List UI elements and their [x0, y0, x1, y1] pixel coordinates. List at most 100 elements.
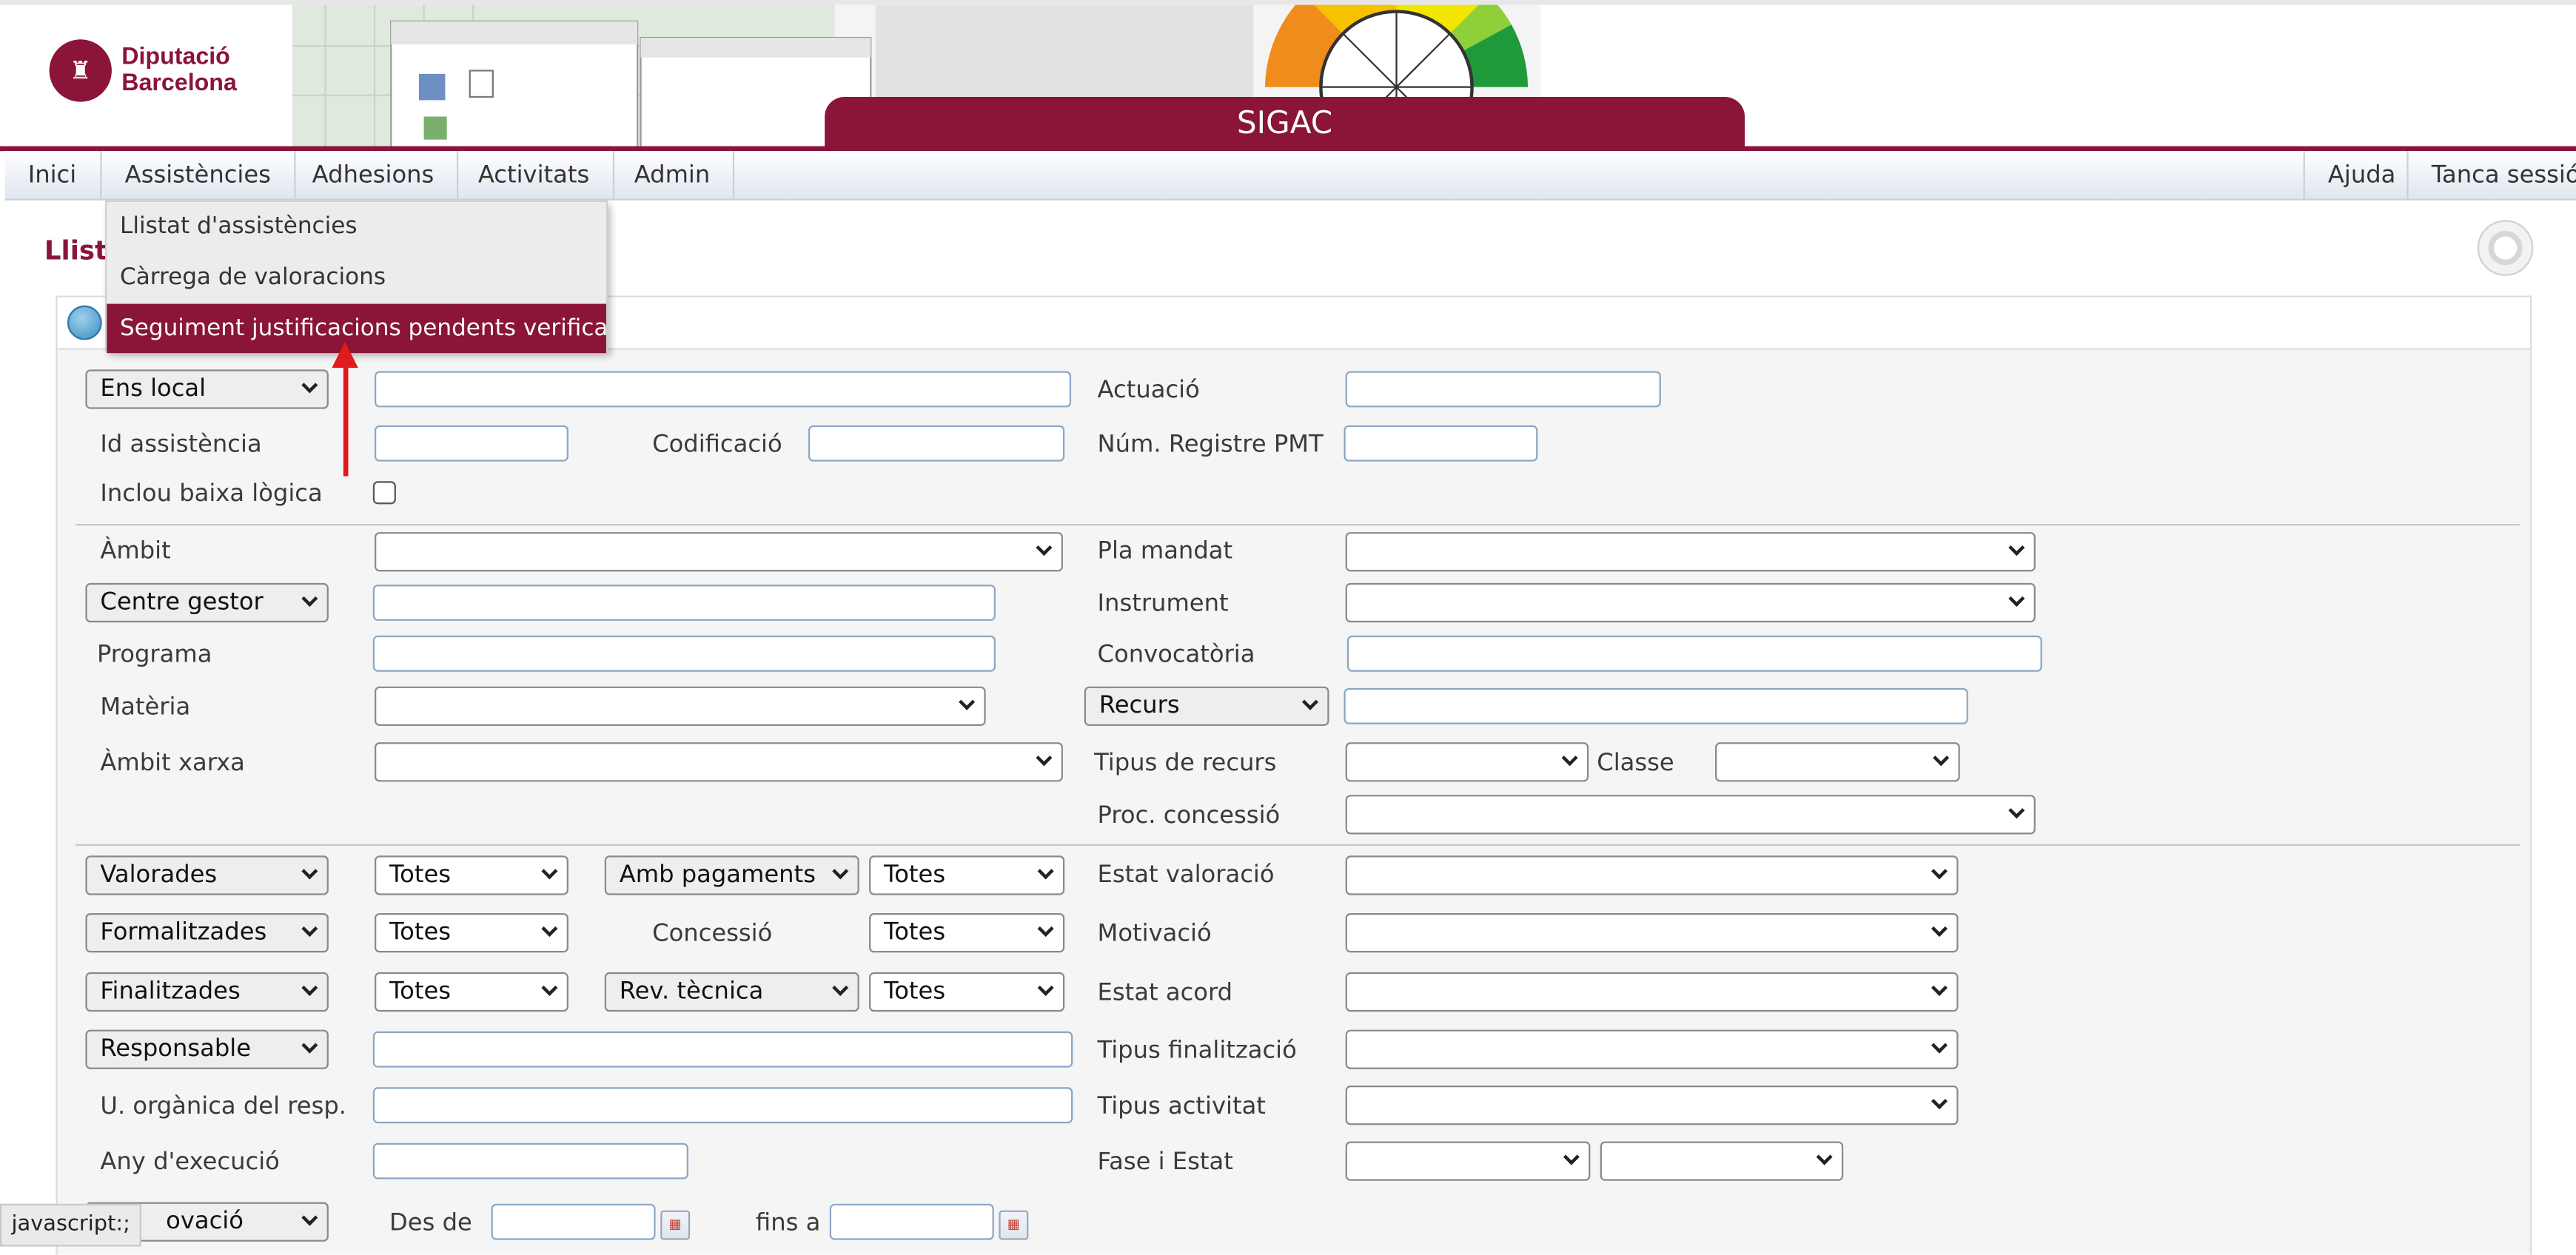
actuacio-input[interactable]	[1345, 371, 1661, 408]
tipus-activitat-select[interactable]	[1345, 1086, 1959, 1126]
chevron-down-icon	[541, 979, 558, 996]
ambit-select[interactable]	[375, 532, 1063, 572]
tipus-finalitzacio-label: Tipus finalització	[1097, 1037, 1297, 1065]
ambit-xarxa-label: Àmbit xarxa	[100, 750, 245, 777]
chevron-down-icon	[541, 863, 558, 880]
responsable-select[interactable]: Responsable	[85, 1029, 329, 1069]
tipus-finalitzacio-select[interactable]	[1345, 1029, 1959, 1069]
totes-value: Totes	[884, 862, 946, 889]
menu-item-carrega-valoracions[interactable]: Càrrega de valoracions	[107, 253, 606, 303]
nav-activitats[interactable]: Activitats	[455, 151, 614, 201]
motivacio-label: Motivació	[1097, 921, 1212, 948]
ens-local-value: Ens local	[100, 376, 207, 403]
u-organica-label: U. orgànica del resp.	[100, 1094, 347, 1120]
amb-pagaments-totes-select[interactable]: Totes	[869, 855, 1065, 895]
estat-valoracio-select[interactable]	[1345, 855, 1959, 895]
totes-value: Totes	[389, 978, 452, 1006]
proc-concessio-select[interactable]	[1345, 795, 2036, 835]
tipus-activitat-label: Tipus activitat	[1097, 1094, 1266, 1120]
concessio-totes-select[interactable]: Totes	[869, 912, 1065, 953]
chevron-down-icon	[2008, 590, 2025, 607]
num-registre-input[interactable]	[1344, 425, 1538, 462]
chevron-down-icon	[1036, 539, 1053, 556]
chevron-down-icon	[301, 1037, 318, 1054]
convocatoria-input[interactable]	[1346, 635, 2042, 672]
pla-mandat-select[interactable]	[1345, 532, 2036, 572]
formalitzades-value: Formalitzades	[100, 919, 267, 946]
totes-value: Totes	[884, 919, 946, 946]
rev-tecnica-totes-select[interactable]: Totes	[869, 972, 1065, 1012]
formalitzades-select[interactable]: Formalitzades	[85, 912, 329, 953]
inclou-baixa-checkbox[interactable]	[372, 481, 396, 505]
totes-value: Totes	[884, 978, 946, 1006]
nav-inici[interactable]: Inici	[5, 151, 101, 201]
id-assistencia-label: Id assistència	[100, 431, 262, 459]
top-border	[0, 0, 2576, 5]
collapse-icon[interactable]	[67, 305, 102, 340]
finalitzades-select[interactable]: Finalitzades	[85, 972, 329, 1012]
chevron-down-icon	[301, 863, 318, 880]
nav-admin[interactable]: Admin	[611, 151, 735, 201]
finalitzades-totes-select[interactable]: Totes	[375, 972, 568, 1012]
centre-gestor-select[interactable]: Centre gestor	[85, 582, 329, 623]
chevron-down-icon	[301, 1209, 318, 1226]
chevron-down-icon	[832, 979, 849, 996]
estat-select[interactable]	[1600, 1141, 1844, 1181]
amb-pagaments-value: Amb pagaments	[619, 862, 816, 889]
fins-a-input[interactable]	[829, 1203, 994, 1240]
refresh-icon[interactable]	[2477, 220, 2534, 276]
chevron-down-icon	[2008, 802, 2025, 819]
recurs-input[interactable]	[1344, 687, 1968, 724]
header-rule	[0, 146, 2576, 152]
codificacio-input[interactable]	[808, 425, 1065, 462]
ambit-xarxa-select[interactable]	[375, 742, 1063, 782]
valorades-select[interactable]: Valorades	[85, 855, 329, 895]
rev-tecnica-select[interactable]: Rev. tècnica	[604, 972, 859, 1012]
fase-select[interactable]	[1345, 1141, 1591, 1181]
inclou-baixa-label: Inclou baixa lògica	[100, 481, 323, 508]
centre-gestor-input[interactable]	[372, 585, 996, 621]
chevron-down-icon	[1563, 1148, 1580, 1165]
finalitzades-value: Finalitzades	[100, 978, 241, 1006]
recurs-select[interactable]: Recurs	[1084, 686, 1329, 726]
estat-acord-select[interactable]	[1345, 972, 1959, 1012]
any-execucio-input[interactable]	[372, 1143, 688, 1180]
des-de-input[interactable]	[491, 1203, 656, 1240]
nav-ajuda[interactable]: Ajuda	[2303, 151, 2419, 201]
ens-local-select[interactable]: Ens local	[85, 369, 329, 409]
logo-text: Diputació Barcelona	[121, 44, 237, 97]
nav-adhesions[interactable]: Adhesions	[289, 151, 459, 201]
rev-tecnica-value: Rev. tècnica	[619, 978, 764, 1006]
calendar-icon[interactable]: ▦	[660, 1210, 691, 1240]
chevron-down-icon	[1561, 750, 1578, 767]
u-organica-input[interactable]	[372, 1087, 1073, 1124]
programa-label: Programa	[96, 642, 212, 669]
calendar-icon[interactable]: ▦	[999, 1210, 1029, 1240]
chevron-down-icon	[1931, 921, 1948, 938]
totes-value: Totes	[389, 862, 452, 889]
tipus-recurs-select[interactable]	[1345, 742, 1589, 782]
ambit-label: Àmbit	[100, 538, 171, 565]
classe-select[interactable]	[1715, 742, 1960, 782]
instrument-select[interactable]	[1345, 582, 2036, 623]
programa-input[interactable]	[372, 635, 996, 672]
app-title-tab: SIGAC	[825, 96, 1745, 149]
chevron-down-icon	[959, 693, 976, 710]
recurs-value: Recurs	[1099, 693, 1180, 720]
ens-local-input[interactable]	[375, 371, 1072, 408]
chevron-down-icon	[1036, 750, 1053, 767]
valorades-totes-select[interactable]: Totes	[375, 855, 568, 895]
nav-tanca-sessio[interactable]: Tanca sessió	[2406, 151, 2576, 201]
responsable-input[interactable]	[372, 1031, 1073, 1068]
materia-label: Matèria	[100, 694, 191, 721]
num-registre-label: Núm. Registre PMT	[1097, 431, 1324, 459]
nav-assistencies[interactable]: Assistències	[102, 151, 296, 201]
materia-select[interactable]	[375, 686, 986, 726]
chevron-down-icon	[1931, 979, 1948, 996]
motivacio-select[interactable]	[1345, 912, 1959, 953]
pla-mandat-label: Pla mandat	[1097, 538, 1233, 565]
menu-item-llistat-assistencies[interactable]: Llistat d'assistències	[107, 202, 606, 252]
formalitzades-totes-select[interactable]: Totes	[375, 912, 568, 953]
id-assistencia-input[interactable]	[375, 425, 568, 462]
amb-pagaments-select[interactable]: Amb pagaments	[604, 855, 859, 895]
